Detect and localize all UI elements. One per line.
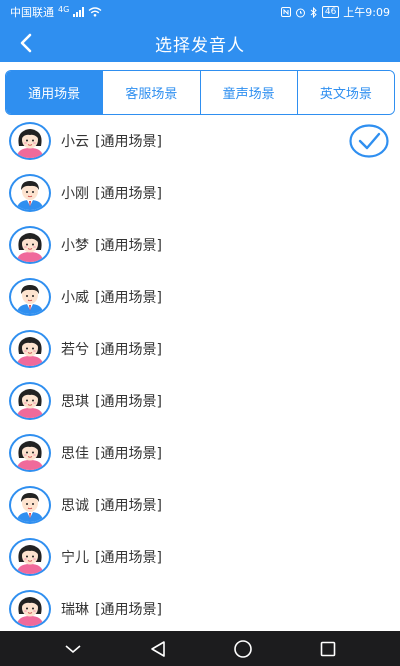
title-bar: 选择发音人 [0,24,400,62]
female-avatar-icon [17,233,43,262]
status-left: 中国联通 4G [10,4,102,20]
nav-back-icon [150,640,165,657]
voice-row[interactable]: 小刚 [通用场景] [0,167,400,219]
voice-row[interactable]: 思诚 [通用场景] [0,479,400,531]
voice-scene-tag: [通用场景] [95,238,162,254]
voice-name: 小刚 [61,186,89,202]
back-button[interactable] [12,30,40,56]
voice-list: 小云 [通用场景] 小刚 [通用场景] 小梦 [通用场景] 小威 [通用场景] 若兮 [通用场景]… [0,115,400,631]
avatar [9,590,51,628]
alarm-icon [295,8,305,17]
status-right: 46 上午9:09 [280,4,390,20]
avatar [9,122,51,160]
voice-scene-tag: [通用场景] [95,134,162,150]
nav-down-button[interactable] [53,634,93,664]
nav-down-icon [64,644,81,653]
avatar [9,278,51,316]
network-label: 4G [58,4,70,14]
voice-scene-tag: [通用场景] [95,498,162,514]
female-avatar-icon [17,129,43,158]
system-nav-bar [0,631,400,666]
voice-scene-tag: [通用场景] [95,186,162,202]
voice-name: 思佳 [61,446,89,462]
male-avatar-icon [17,493,43,522]
chevron-left-icon [20,33,32,53]
voice-name: 瑞琳 [61,602,89,618]
voice-row[interactable]: 宁儿 [通用场景] [0,531,400,583]
voice-row[interactable]: 小梦 [通用场景] [0,219,400,271]
voice-name: 小威 [61,290,89,306]
female-avatar-icon [17,389,43,418]
nav-back-button[interactable] [138,634,178,664]
battery-level: 46 [321,6,340,18]
page-title: 选择发音人 [155,35,245,56]
nav-home-button[interactable] [223,634,263,664]
clock: 上午9:09 [343,6,390,19]
nav-home-icon [233,639,252,658]
bluetooth-icon [310,6,317,18]
female-avatar-icon [17,545,43,574]
carrier-label: 中国联通 [10,6,54,19]
voice-name: 小云 [61,134,89,150]
voice-row[interactable]: 若兮 [通用场景] [0,323,400,375]
voice-scene-tag: [通用场景] [95,342,162,358]
avatar [9,330,51,368]
voice-name: 小梦 [61,238,89,254]
voice-scene-tag: [通用场景] [95,290,162,306]
avatar [9,538,51,576]
voice-scene-tag: [通用场景] [95,550,162,566]
voice-row[interactable]: 思佳 [通用场景] [0,427,400,479]
voice-scene-tag: [通用场景] [95,394,162,410]
voice-name: 思诚 [61,498,89,514]
tab-0[interactable]: 通用场景 [6,71,103,114]
nav-recent-icon [320,641,335,656]
male-avatar-icon [17,285,43,314]
tab-2[interactable]: 童声场景 [199,71,297,114]
voice-name: 若兮 [61,342,89,358]
voice-row[interactable]: 小威 [通用场景] [0,271,400,323]
nav-recent-button[interactable] [308,634,348,664]
female-avatar-icon [17,337,43,366]
female-avatar-icon [17,597,43,626]
voice-row[interactable]: 瑞琳 [通用场景] [0,583,400,631]
avatar [9,434,51,472]
voice-scene-tag: [通用场景] [95,602,162,618]
avatar [9,174,51,212]
avatar [9,486,51,524]
voice-row[interactable]: 思琪 [通用场景] [0,375,400,427]
signal-icon [73,7,85,17]
status-bar: 中国联通 4G 46 上午9:09 [0,0,400,24]
scene-tabs: 通用场景 客服场景 童声场景 英文场景 [5,70,395,115]
tab-3[interactable]: 英文场景 [296,71,394,114]
avatar [9,382,51,420]
wifi-icon [88,7,102,17]
voice-scene-tag: [通用场景] [95,446,162,462]
tab-1[interactable]: 客服场景 [102,71,200,114]
avatar [9,226,51,264]
checkmark-circle-icon [349,123,389,159]
male-avatar-icon [17,181,43,210]
voice-name: 宁儿 [61,550,89,566]
voice-name: 思琪 [61,394,89,410]
nfc-icon [280,7,291,17]
voice-row[interactable]: 小云 [通用场景] [0,115,400,167]
female-avatar-icon [17,441,43,470]
